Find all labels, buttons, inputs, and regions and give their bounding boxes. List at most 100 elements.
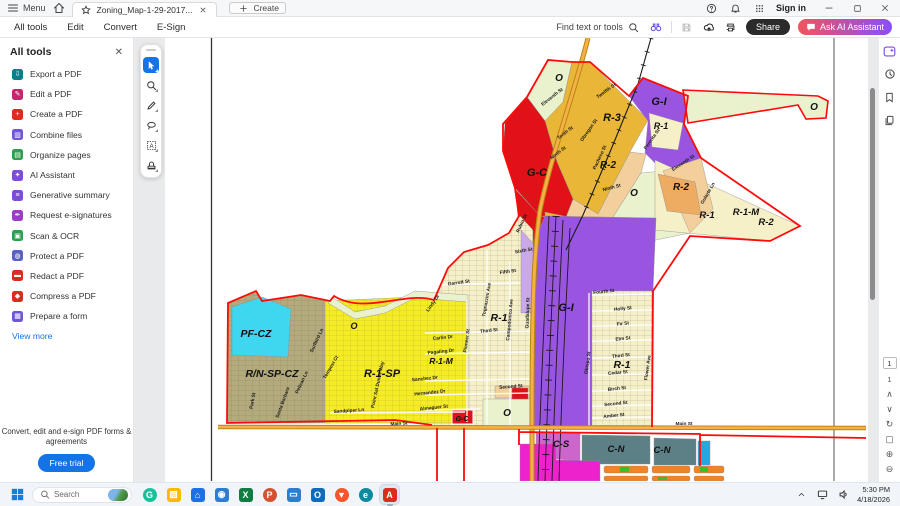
tab-close-icon[interactable] xyxy=(196,3,210,17)
apps-grid-icon[interactable] xyxy=(752,1,766,15)
zoom-in-icon[interactable]: ⊕ xyxy=(886,450,894,459)
ask-ai-assistant-button[interactable]: Ask AI Assistant xyxy=(798,19,892,35)
help-icon[interactable] xyxy=(704,1,718,15)
document-scrollbar[interactable] xyxy=(870,88,875,300)
document-tab[interactable]: Zoning_Map-1-29-2017... xyxy=(72,2,218,17)
start-button[interactable] xyxy=(10,488,24,502)
taskbar-app-brave[interactable]: ▼ xyxy=(332,485,351,504)
rotate-icon[interactable]: ↻ xyxy=(886,420,894,429)
taskbar-app-outlook[interactable]: O xyxy=(308,485,327,504)
zoom-out-icon[interactable]: ⊖ xyxy=(886,465,894,474)
tool-item-ai-assistant[interactable]: ✦AI Assistant xyxy=(0,165,133,185)
star-icon[interactable] xyxy=(79,3,93,17)
tool-item-organize-pages[interactable]: ▤Organize pages xyxy=(0,145,133,165)
all-tools-panel: All tools ✕ ⇩Export a PDF✎Edit a PDF+Cre… xyxy=(0,38,134,482)
tool-item-protect-a-pdf[interactable]: ◍Protect a PDF xyxy=(0,246,133,266)
fit-width-icon[interactable]: ▢ xyxy=(885,435,894,444)
bookmark-icon[interactable] xyxy=(883,90,897,104)
lasso-tool[interactable] xyxy=(143,117,159,133)
page-down-icon[interactable]: ∨ xyxy=(886,405,893,414)
share-button[interactable]: Share xyxy=(746,19,790,35)
title-bar: Menu Zoning_Map-1-29-2017... Create Sign… xyxy=(0,0,900,17)
display-icon[interactable] xyxy=(815,488,829,502)
outlook-icon: O xyxy=(311,488,325,502)
street-label: Guadalupe St xyxy=(524,297,531,329)
tray-chevron-icon[interactable] xyxy=(794,488,808,502)
zone-label: R-1 xyxy=(699,210,714,221)
taskbar-app-acrobat[interactable]: A xyxy=(380,485,399,504)
pages-icon[interactable] xyxy=(883,113,897,127)
app-menu-button[interactable]: Menu xyxy=(6,1,46,15)
speaker-icon[interactable] xyxy=(836,488,850,502)
free-trial-button[interactable]: Free trial xyxy=(38,454,96,472)
menu-item-all-tools[interactable]: All tools xyxy=(4,22,57,33)
tool-item-combine-files[interactable]: ▥Combine files xyxy=(0,125,133,145)
search-icon xyxy=(627,20,641,34)
taskbar-app-display-app[interactable]: ▭ xyxy=(284,485,303,504)
cloud-upload-icon[interactable] xyxy=(702,20,716,34)
taskbar-app-edge[interactable]: e xyxy=(356,485,375,504)
menu-item-convert[interactable]: Convert xyxy=(94,22,147,33)
tool-item-prepare-a-form[interactable]: ▦Prepare a form xyxy=(0,306,133,326)
zone-label: R-1-M xyxy=(429,356,454,366)
create-tab-button[interactable]: Create xyxy=(229,2,286,14)
page-number-input[interactable]: 1 xyxy=(883,357,897,369)
tool-item-edit-a-pdf[interactable]: ✎Edit a PDF xyxy=(0,84,133,104)
clock[interactable]: 5:30 PM 4/18/2026 xyxy=(857,485,890,504)
tool-item-request-e-signatures[interactable]: ✒Request e-signatures xyxy=(0,205,133,225)
prepare-form-icon: ▦ xyxy=(12,311,23,322)
taskbar-app-microsoft-store[interactable]: ⌂ xyxy=(188,485,207,504)
menu-item-e-sign[interactable]: E-Sign xyxy=(147,22,196,33)
minimize-button[interactable] xyxy=(822,1,836,15)
close-button[interactable] xyxy=(878,1,892,15)
taskbar-app-photos[interactable]: ◉ xyxy=(212,485,231,504)
ai-assistant-icon[interactable] xyxy=(883,44,897,58)
toolbar-drag-handle[interactable] xyxy=(146,49,156,51)
select-tool[interactable] xyxy=(143,57,159,73)
zoning-map[interactable]: Eleventh StTwelfth StTenth StNinth StObr… xyxy=(165,38,868,481)
taskbar-app-powerpoint[interactable]: P xyxy=(260,485,279,504)
view-more-link[interactable]: View more xyxy=(0,326,133,346)
ai-chat-icon xyxy=(806,22,816,32)
page-nav-cluster: 1 1 ∧ ∨ ↻ ▢ ⊕ ⊖ xyxy=(883,357,897,482)
right-rail: 1 1 ∧ ∨ ↻ ▢ ⊕ ⊖ xyxy=(878,38,900,482)
home-icon[interactable] xyxy=(52,1,66,15)
read-aloud-icon[interactable] xyxy=(649,20,663,34)
powerpoint-icon: P xyxy=(263,488,277,502)
maximize-button[interactable] xyxy=(850,1,864,15)
taskbar-app-excel[interactable]: X xyxy=(236,485,255,504)
combine-files-icon: ▥ xyxy=(12,129,23,140)
tool-item-redact-a-pdf[interactable]: ▬Redact a PDF xyxy=(0,266,133,286)
stamp-tool[interactable] xyxy=(143,157,159,173)
tool-item-compress-a-pdf[interactable]: ◆Compress a PDF xyxy=(0,286,133,306)
excel-icon: X xyxy=(239,488,253,502)
zoom-tool[interactable] xyxy=(143,77,159,93)
tool-item-export-a-pdf[interactable]: ⇩Export a PDF xyxy=(0,64,133,84)
page-up-icon[interactable]: ∧ xyxy=(886,390,893,399)
document-tab-title: Zoning_Map-1-29-2017... xyxy=(97,5,193,15)
taskbar-app-file-explorer[interactable]: ▨ xyxy=(164,485,183,504)
print-icon[interactable] xyxy=(724,20,738,34)
find-tools[interactable]: Find text or tools xyxy=(556,20,641,34)
street-label: Main St xyxy=(390,421,408,428)
panel-close-icon[interactable]: ✕ xyxy=(115,47,123,58)
brave-icon: ▼ xyxy=(335,488,349,502)
zone-label: R-2 xyxy=(673,182,690,193)
zone-label: R-1 xyxy=(491,312,508,324)
redact-pdf-icon: ▬ xyxy=(12,270,23,281)
taskbar-app-grammarly[interactable]: G xyxy=(140,485,159,504)
menu-item-edit[interactable]: Edit xyxy=(57,22,93,33)
tool-item-scan-ocr[interactable]: ▣Scan & OCR xyxy=(0,226,133,246)
search-icon xyxy=(40,490,50,500)
street-label: Main St xyxy=(675,421,692,427)
tool-item-generative-summary[interactable]: ≡Generative summary xyxy=(0,185,133,205)
sign-in-button[interactable]: Sign in xyxy=(776,3,806,13)
text-box-tool[interactable]: A xyxy=(143,137,159,153)
pen-tool[interactable] xyxy=(143,97,159,113)
zone-label: C-S xyxy=(553,439,570,450)
notifications-icon[interactable] xyxy=(728,1,742,15)
tool-item-create-a-pdf[interactable]: +Create a PDF xyxy=(0,104,133,124)
taskbar-search[interactable]: Search xyxy=(32,487,132,503)
history-icon[interactable] xyxy=(883,67,897,81)
grammarly-icon: G xyxy=(143,488,157,502)
